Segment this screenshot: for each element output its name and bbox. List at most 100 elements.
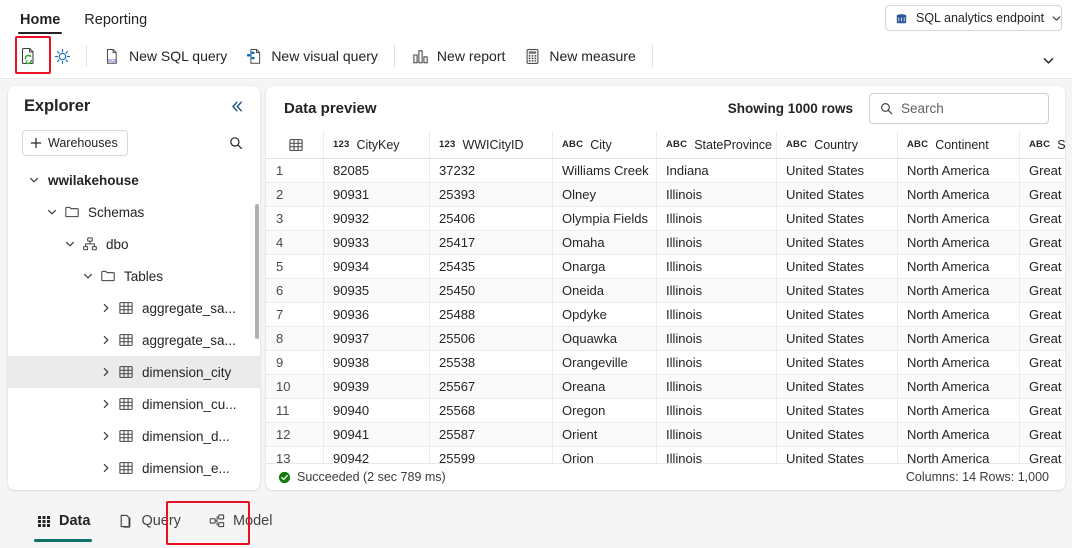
cell-stateprovince[interactable]: Illinois bbox=[657, 183, 777, 206]
cell-country[interactable]: United States bbox=[777, 303, 898, 326]
tab-data[interactable]: Data bbox=[22, 501, 104, 542]
cell-stateprovince[interactable]: Illinois bbox=[657, 231, 777, 254]
cell-citykey[interactable]: 90939 bbox=[324, 375, 430, 398]
cell-stateprovince[interactable]: Illinois bbox=[657, 399, 777, 422]
cell-city[interactable]: Onarga bbox=[553, 255, 657, 278]
cell-citykey[interactable]: 90934 bbox=[324, 255, 430, 278]
cell-country[interactable]: United States bbox=[777, 207, 898, 230]
tab-model[interactable]: Model bbox=[195, 501, 287, 541]
new-sql-query-button[interactable]: SQL New SQL query bbox=[94, 40, 236, 72]
cell-citykey[interactable]: 90941 bbox=[324, 423, 430, 446]
cell-continent[interactable]: North America bbox=[898, 399, 1020, 422]
cell-sal[interactable]: Great La bbox=[1020, 255, 1065, 278]
column-header-citykey[interactable]: 123 CityKey bbox=[324, 131, 430, 158]
cell-city[interactable]: Oregon bbox=[553, 399, 657, 422]
cell-wwicityid[interactable]: 25417 bbox=[430, 231, 553, 254]
new-measure-button[interactable]: New measure bbox=[514, 40, 644, 72]
sql-analytics-endpoint-selector[interactable]: SQL analytics endpoint bbox=[885, 5, 1062, 31]
cell-stateprovince[interactable]: Illinois bbox=[657, 375, 777, 398]
tree-node-dbo[interactable]: dbo bbox=[8, 228, 260, 260]
table-row[interactable]: 11 90940 25568 Oregon Illinois United States N… bbox=[266, 399, 1065, 423]
add-warehouses-button[interactable]: Warehouses bbox=[22, 130, 128, 156]
cell-continent[interactable]: North America bbox=[898, 375, 1020, 398]
settings-button[interactable] bbox=[46, 40, 79, 72]
ribbon-tab-reporting[interactable]: Reporting bbox=[72, 2, 159, 34]
chevron-right-icon[interactable] bbox=[96, 330, 116, 350]
cell-wwicityid[interactable]: 25393 bbox=[430, 183, 553, 206]
cell-city[interactable]: Olney bbox=[553, 183, 657, 206]
search-icon[interactable] bbox=[224, 131, 248, 155]
double-chevron-left-icon[interactable] bbox=[228, 97, 246, 115]
cell-country[interactable]: United States bbox=[777, 159, 898, 182]
chevron-down-icon[interactable] bbox=[24, 170, 44, 190]
table-row[interactable]: 7 90936 25488 Opdyke Illinois United States No… bbox=[266, 303, 1065, 327]
cell-country[interactable]: United States bbox=[777, 423, 898, 446]
table-row[interactable]: 10 90939 25567 Oreana Illinois United States N… bbox=[266, 375, 1065, 399]
cell-wwicityid[interactable]: 25406 bbox=[430, 207, 553, 230]
tree-node-wwilakehouse[interactable]: wwilakehouse bbox=[8, 164, 260, 196]
table-row[interactable]: 8 90937 25506 Oquawka Illinois United States N… bbox=[266, 327, 1065, 351]
chevron-down-icon[interactable] bbox=[78, 266, 98, 286]
cell-city[interactable]: Olympia Fields bbox=[553, 207, 657, 230]
table-row[interactable]: 6 90935 25450 Oneida Illinois United States No… bbox=[266, 279, 1065, 303]
column-header-sal[interactable]: ABC Sal bbox=[1020, 131, 1065, 158]
cell-country[interactable]: United States bbox=[777, 183, 898, 206]
cell-stateprovince[interactable]: Illinois bbox=[657, 303, 777, 326]
cell-stateprovince[interactable]: Illinois bbox=[657, 327, 777, 350]
chevron-right-icon[interactable] bbox=[96, 394, 116, 414]
cell-wwicityid[interactable]: 25435 bbox=[430, 255, 553, 278]
cell-citykey[interactable]: 90937 bbox=[324, 327, 430, 350]
cell-city[interactable]: Oreana bbox=[553, 375, 657, 398]
cell-citykey[interactable]: 90935 bbox=[324, 279, 430, 302]
cell-continent[interactable]: North America bbox=[898, 255, 1020, 278]
cell-wwicityid[interactable]: 25567 bbox=[430, 375, 553, 398]
chevron-right-icon[interactable] bbox=[96, 458, 116, 478]
column-header-wwicityid[interactable]: 123 WWICityID bbox=[430, 131, 553, 158]
grid-corner-cell[interactable] bbox=[266, 131, 324, 158]
cell-country[interactable]: United States bbox=[777, 375, 898, 398]
tree-node-dimension-d[interactable]: dimension_d... bbox=[8, 420, 260, 452]
cell-city[interactable]: Williams Creek bbox=[553, 159, 657, 182]
cell-stateprovince[interactable]: Illinois bbox=[657, 207, 777, 230]
tree-node-dimension-cu[interactable]: dimension_cu... bbox=[8, 388, 260, 420]
cell-city[interactable]: Orangeville bbox=[553, 351, 657, 374]
cell-city[interactable]: Oquawka bbox=[553, 327, 657, 350]
cell-sal[interactable]: Great La bbox=[1020, 303, 1065, 326]
column-header-city[interactable]: ABC City bbox=[553, 131, 657, 158]
cell-stateprovince[interactable]: Illinois bbox=[657, 351, 777, 374]
tree-node-aggregate-sa[interactable]: aggregate_sa... bbox=[8, 292, 260, 324]
chevron-right-icon[interactable] bbox=[96, 298, 116, 318]
cell-sal[interactable]: Great La bbox=[1020, 351, 1065, 374]
cell-sal[interactable]: Great La bbox=[1020, 279, 1065, 302]
cell-wwicityid[interactable]: 25488 bbox=[430, 303, 553, 326]
tab-query[interactable]: Query bbox=[104, 501, 195, 541]
new-report-button[interactable]: New report bbox=[402, 40, 514, 72]
table-row[interactable]: 1 82085 37232 Williams Creek Indiana United S… bbox=[266, 159, 1065, 183]
explorer-scrollbar[interactable] bbox=[255, 204, 259, 339]
cell-continent[interactable]: North America bbox=[898, 231, 1020, 254]
cell-continent[interactable]: North America bbox=[898, 351, 1020, 374]
cell-citykey[interactable]: 90936 bbox=[324, 303, 430, 326]
cell-stateprovince[interactable]: Illinois bbox=[657, 255, 777, 278]
ribbon-tab-home[interactable]: Home bbox=[8, 2, 72, 34]
cell-continent[interactable]: North America bbox=[898, 279, 1020, 302]
new-visual-query-button[interactable]: New visual query bbox=[236, 40, 387, 72]
cell-sal[interactable]: Great La bbox=[1020, 423, 1065, 446]
cell-country[interactable]: United States bbox=[777, 399, 898, 422]
chevron-right-icon[interactable] bbox=[96, 362, 116, 382]
cell-stateprovince[interactable]: Indiana bbox=[657, 159, 777, 182]
column-header-country[interactable]: ABC Country bbox=[777, 131, 898, 158]
table-row[interactable]: 4 90933 25417 Omaha Illinois United States Nor… bbox=[266, 231, 1065, 255]
cell-sal[interactable]: Great La bbox=[1020, 207, 1065, 230]
cell-continent[interactable]: North America bbox=[898, 327, 1020, 350]
cell-sal[interactable]: Great La bbox=[1020, 183, 1065, 206]
tree-node-dimension-e[interactable]: dimension_e... bbox=[8, 452, 260, 484]
tree-node-tables[interactable]: Tables bbox=[8, 260, 260, 292]
cell-city[interactable]: Orient bbox=[553, 423, 657, 446]
cell-country[interactable]: United States bbox=[777, 255, 898, 278]
cell-citykey[interactable]: 90932 bbox=[324, 207, 430, 230]
column-header-stateprovince[interactable]: ABC StateProvince bbox=[657, 131, 777, 158]
table-row[interactable]: 5 90934 25435 Onarga Illinois United States No… bbox=[266, 255, 1065, 279]
chevron-down-icon[interactable] bbox=[60, 234, 80, 254]
refresh-button[interactable] bbox=[12, 40, 46, 72]
